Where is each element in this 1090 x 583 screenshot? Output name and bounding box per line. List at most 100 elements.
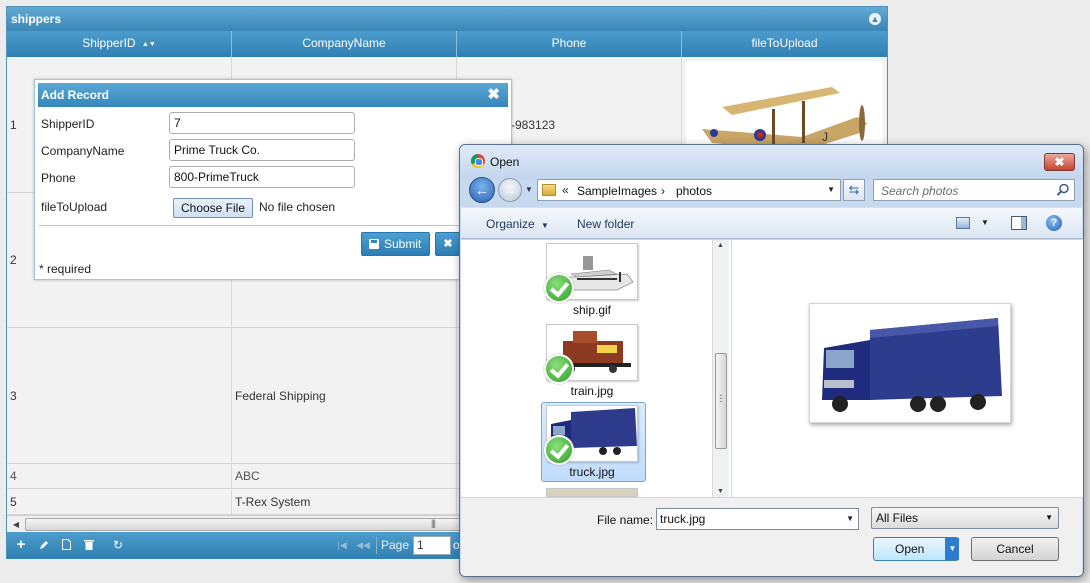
cancel-button[interactable]: ✖ <box>435 232 461 256</box>
file-type-value: All Files <box>876 511 919 525</box>
close-button[interactable]: ✖ <box>1044 153 1075 171</box>
preview-image <box>809 303 1011 423</box>
chevron-down-icon[interactable]: ▼ <box>846 509 854 529</box>
file-type-select[interactable]: All Files ▼ <box>871 507 1059 529</box>
companyname-label: CompanyName <box>41 144 125 158</box>
history-dropdown-icon[interactable]: ▼ <box>525 185 533 194</box>
scroll-down-icon[interactable]: ▼ <box>717 488 724 495</box>
add-record-dialog: Add Record ✖ ShipperID 7 CompanyName Pri… <box>34 79 512 280</box>
help-icon[interactable]: ? <box>1046 215 1062 231</box>
prev-page-icon[interactable]: ◀◀ <box>354 536 372 554</box>
column-header-phone[interactable]: Phone <box>457 31 682 57</box>
save-icon <box>369 239 379 249</box>
check-icon <box>544 273 574 303</box>
choose-file-button[interactable]: Choose File <box>173 198 253 218</box>
folder-icon <box>542 184 556 196</box>
check-icon <box>544 435 574 465</box>
phone-input[interactable]: 800-PrimeTruck <box>169 166 355 188</box>
file-name-value: truck.jpg <box>660 512 706 526</box>
dialog-title: Add Record <box>41 88 110 102</box>
scrollbar-thumb[interactable]: ||| <box>25 518 473 531</box>
required-note: * required <box>39 262 92 276</box>
submit-button[interactable]: Submit <box>361 232 430 256</box>
search-icon <box>1056 183 1069 196</box>
filetoupload-label: fileToUpload <box>41 200 108 214</box>
companyname-input[interactable]: Prime Truck Co. <box>169 139 355 161</box>
cell-shipperid: 3 <box>7 328 232 463</box>
grip-icon: --- <box>719 390 723 406</box>
phone-label: Phone <box>41 171 76 185</box>
file-name-label: File name: <box>597 513 654 527</box>
scroll-left-icon[interactable]: ◀ <box>9 518 23 531</box>
shipperid-input[interactable]: 7 <box>169 112 355 134</box>
breadcrumb-photos[interactable]: photos <box>676 184 712 198</box>
trash-icon[interactable] <box>80 536 98 554</box>
open-button[interactable]: Open ▼ <box>873 537 959 561</box>
file-thumbnail-partial[interactable] <box>546 488 638 497</box>
file-name-input[interactable]: truck.jpg ▼ <box>656 508 859 530</box>
open-file-dialog: Open ✖ ← → ▼ « SampleImages › photos ▼ ⇆… <box>459 144 1084 577</box>
column-header-shipperid[interactable]: ShipperID ▲▼ <box>7 31 232 57</box>
chevron-down-icon[interactable]: ▼ <box>827 185 835 194</box>
cell-companyname: Federal Shipping <box>232 328 457 463</box>
cell-companyname: ABC <box>232 464 457 488</box>
page-label: Page <box>381 538 410 552</box>
first-page-icon[interactable]: |◀ <box>333 536 351 554</box>
document-icon[interactable] <box>57 536 75 554</box>
vertical-scrollbar[interactable]: ▲ --- ▼ <box>712 240 729 497</box>
chevron-down-icon: ▼ <box>1045 513 1053 522</box>
truck-preview-image <box>810 304 1010 422</box>
dialog-toolbar: Organize ▼ New folder ▼ ? <box>461 207 1082 239</box>
cell-companyname: T-Rex System <box>232 489 457 514</box>
add-record-title: Add Record ✖ <box>38 83 508 107</box>
file-name-ship[interactable]: ship.gif <box>542 303 642 317</box>
dialog-titlebar <box>460 145 1083 179</box>
cancel-button[interactable]: Cancel <box>971 537 1059 561</box>
shipperid-label: ShipperID <box>41 117 95 131</box>
page-number-input[interactable]: 1 <box>413 536 451 555</box>
breadcrumb-sampleimages[interactable]: SampleImages <box>577 184 657 198</box>
chevron-down-icon[interactable]: ▼ <box>945 538 959 560</box>
preview-pane-icon[interactable] <box>1011 216 1027 230</box>
pencil-icon[interactable] <box>35 536 53 554</box>
column-header-companyname[interactable]: CompanyName <box>232 31 457 57</box>
address-bar[interactable]: « SampleImages › photos ▼ <box>537 179 841 201</box>
cell-shipperid: 4 <box>7 464 232 488</box>
scrollbar-thumb[interactable]: --- <box>715 353 727 449</box>
view-icon[interactable] <box>956 217 970 229</box>
file-status-text: No file chosen <box>259 200 336 214</box>
refresh-icon[interactable]: ⇆ <box>843 179 865 201</box>
cell-shipperid: 5 <box>7 489 232 514</box>
new-folder-button[interactable]: New folder <box>577 217 634 231</box>
collapse-icon[interactable]: ▲ <box>869 13 881 25</box>
submit-label: Submit <box>384 237 422 251</box>
chrome-icon <box>471 154 485 168</box>
search-placeholder: Search photos <box>881 184 959 198</box>
organize-menu[interactable]: Organize ▼ <box>486 217 549 231</box>
search-input[interactable]: Search photos <box>873 179 1075 201</box>
file-name-truck[interactable]: truck.jpg <box>542 465 642 479</box>
back-arrow-icon[interactable]: ← <box>469 177 495 203</box>
plus-icon[interactable]: + <box>12 536 30 554</box>
grid-header: ShipperID ▲▼ CompanyName Phone fileToUpl… <box>7 31 887 57</box>
address-overflow-icon[interactable]: « <box>562 183 569 197</box>
grid-title: shippers <box>7 7 887 31</box>
column-header-filetoupload[interactable]: fileToUpload <box>682 31 887 57</box>
file-name-train[interactable]: train.jpg <box>542 384 642 398</box>
forward-arrow-icon[interactable]: → <box>498 178 522 202</box>
divider <box>39 225 509 226</box>
chevron-down-icon: ▼ <box>541 221 549 230</box>
dialog-footer: File name: truck.jpg ▼ All Files ▼ Open … <box>461 497 1082 576</box>
chevron-down-icon[interactable]: ▼ <box>981 218 989 227</box>
close-icon[interactable]: ✖ <box>487 83 500 107</box>
dialog-title: Open <box>490 155 520 169</box>
column-header-label: ShipperID <box>82 36 136 50</box>
svg-text:J: J <box>822 130 828 144</box>
refresh-icon[interactable]: ↻ <box>109 536 127 554</box>
breadcrumb-separator[interactable]: › <box>661 184 665 198</box>
grip-icon: ||| <box>431 518 436 528</box>
scroll-up-icon[interactable]: ▲ <box>717 242 724 249</box>
check-icon <box>544 354 574 384</box>
organize-label: Organize <box>486 217 535 231</box>
sort-icon: ▲▼ <box>141 41 156 48</box>
